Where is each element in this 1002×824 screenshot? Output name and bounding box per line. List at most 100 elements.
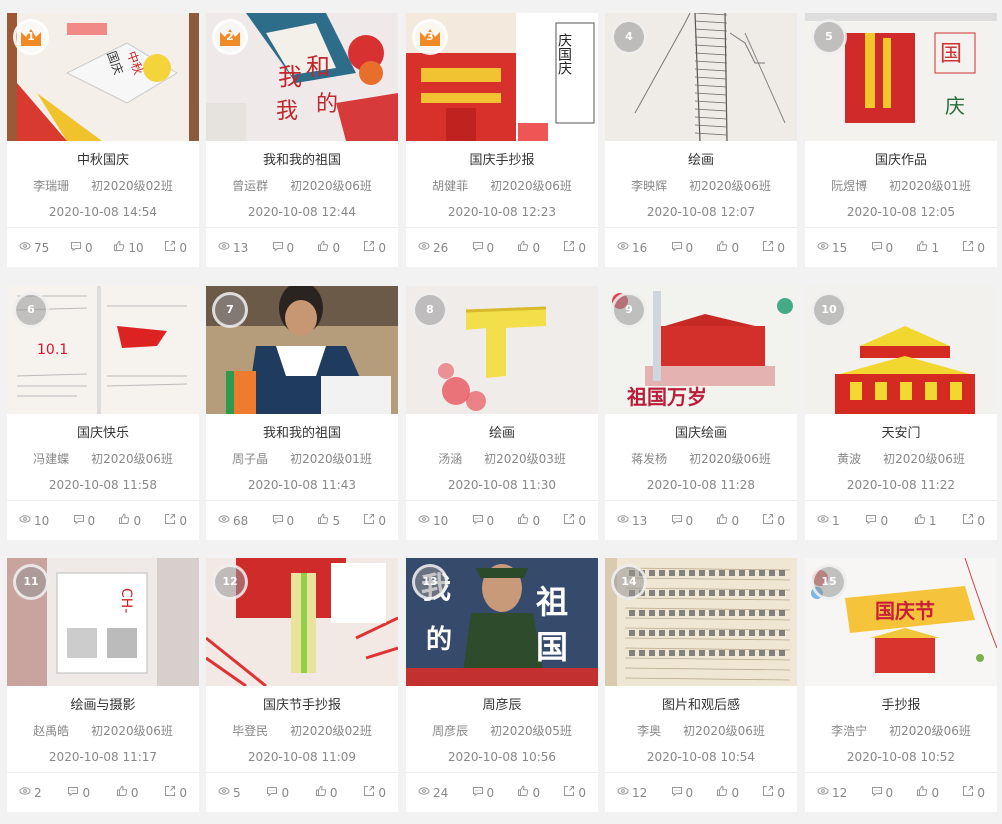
thumb-art-3[interactable]: 庆国庆 3	[406, 13, 598, 141]
comments-stat[interactable]: 0	[266, 785, 289, 800]
share-stat[interactable]: 0	[762, 785, 785, 800]
views-stat[interactable]: 10	[19, 513, 49, 528]
work-card[interactable]: 祖国万岁 9 国庆绘画 蒋发杨 初2020级06班 2020-10-08 11:…	[605, 286, 797, 540]
likes-stat[interactable]: 0	[317, 240, 340, 255]
work-card[interactable]: 国庆节 15 手抄报 李浩宁 初2020级06班 2020-10-08 10:5…	[805, 558, 997, 812]
comments-stat[interactable]: 0	[671, 513, 693, 528]
likes-stat[interactable]: 0	[116, 785, 139, 800]
views-stat[interactable]: 13	[617, 513, 647, 528]
share-stat[interactable]: 0	[762, 513, 785, 528]
share-stat[interactable]: 0	[363, 240, 386, 255]
comments-stat[interactable]: 0	[472, 513, 494, 528]
work-card[interactable]: 14 图片和观后感 李奥 初2020级06班 2020-10-08 10:54 …	[605, 558, 797, 812]
work-title[interactable]: 中秋国庆	[7, 152, 199, 170]
work-card[interactable]: 8 绘画 汤涵 初2020级03班 2020-10-08 11:30 10 0 …	[406, 286, 598, 540]
views-stat[interactable]: 12	[817, 785, 847, 800]
views-stat[interactable]: 68	[218, 513, 248, 528]
views-stat[interactable]: 13	[218, 240, 248, 255]
likes-stat[interactable]: 0	[716, 785, 739, 800]
thumb-art-2[interactable]: 我 和 我 的 2	[206, 13, 398, 141]
share-stat[interactable]: 0	[762, 240, 785, 255]
share-stat[interactable]: 0	[363, 785, 386, 800]
views-stat[interactable]: 10	[418, 513, 448, 528]
work-title[interactable]: 国庆快乐	[7, 425, 199, 443]
views-stat[interactable]: 1	[817, 513, 840, 528]
share-stat[interactable]: 0	[962, 513, 985, 528]
thumb-art-9[interactable]: 祖国万岁 9	[605, 286, 797, 414]
views-stat[interactable]: 16	[617, 240, 647, 255]
comments-stat[interactable]: 0	[472, 785, 494, 800]
likes-stat[interactable]: 1	[916, 240, 939, 255]
work-title[interactable]: 我和我的祖国	[206, 152, 398, 170]
work-card[interactable]: 12 国庆节手抄报 毕登民 初2020级02班 2020-10-08 11:09…	[206, 558, 398, 812]
views-stat[interactable]: 12	[617, 785, 647, 800]
work-title[interactable]: 天安门	[805, 425, 997, 443]
thumb-poster-13[interactable]: 我 的 祖 国 13	[406, 558, 598, 686]
share-stat[interactable]: 0	[164, 240, 187, 255]
work-card[interactable]: 我 和 我 的 2 我和我的祖国 曾运群 初2020级06班 2020-10-0…	[206, 13, 398, 267]
work-title[interactable]: 手抄报	[805, 697, 997, 715]
work-title[interactable]: 我和我的祖国	[206, 425, 398, 443]
thumb-essay-14[interactable]: 14	[605, 558, 797, 686]
work-card[interactable]: 中秋 国庆 1 中秋国庆 李瑞珊 初2020级02班 2020-10-08 14…	[7, 13, 199, 267]
thumb-art-10[interactable]: 10	[805, 286, 997, 414]
likes-stat[interactable]: 10	[113, 240, 144, 255]
thumb-art-5[interactable]: 国 庆 5	[805, 13, 997, 141]
work-title[interactable]: 绘画	[406, 425, 598, 443]
work-title[interactable]: 绘画	[605, 152, 797, 170]
thumb-art-4[interactable]: 4	[605, 13, 797, 141]
work-title[interactable]: 绘画与摄影	[7, 697, 199, 715]
views-stat[interactable]: 75	[19, 240, 49, 255]
thumb-art-12[interactable]: 12	[206, 558, 398, 686]
work-title[interactable]: 周彦辰	[406, 697, 598, 715]
work-card[interactable]: 7 我和我的祖国 周子晶 初2020级01班 2020-10-08 11:43 …	[206, 286, 398, 540]
views-stat[interactable]: 2	[19, 785, 42, 800]
views-stat[interactable]: 5	[218, 785, 241, 800]
work-title[interactable]: 国庆作品	[805, 152, 997, 170]
comments-stat[interactable]: 0	[865, 513, 888, 528]
likes-stat[interactable]: 5	[317, 513, 340, 528]
likes-stat[interactable]: 0	[315, 785, 338, 800]
thumb-art-1[interactable]: 中秋 国庆 1	[7, 13, 199, 141]
thumb-art-15[interactable]: 国庆节 15	[805, 558, 997, 686]
work-card[interactable]: 国 庆 5 国庆作品 阮煜博 初2020级01班 2020-10-08 12:0…	[805, 13, 997, 267]
likes-stat[interactable]: 0	[517, 785, 540, 800]
thumb-art-11[interactable]: CH- 11	[7, 558, 199, 686]
comments-stat[interactable]: 0	[272, 513, 294, 528]
work-card[interactable]: 10.1 6 国庆快乐 冯建蝶 初2020级06班 2020-10-08 11:…	[7, 286, 199, 540]
share-stat[interactable]: 0	[962, 785, 985, 800]
likes-stat[interactable]: 0	[916, 785, 939, 800]
share-stat[interactable]: 0	[164, 513, 187, 528]
comments-stat[interactable]: 0	[67, 785, 90, 800]
work-card[interactable]: CH- 11 绘画与摄影 赵禹皓 初2020级06班 2020-10-08 11…	[7, 558, 199, 812]
work-title[interactable]: 国庆节手抄报	[206, 697, 398, 715]
comments-stat[interactable]: 0	[272, 240, 294, 255]
work-title[interactable]: 国庆绘画	[605, 425, 797, 443]
likes-stat[interactable]: 1	[914, 513, 937, 528]
work-title[interactable]: 图片和观后感	[605, 697, 797, 715]
comments-stat[interactable]: 0	[70, 240, 93, 255]
share-stat[interactable]: 0	[563, 513, 586, 528]
share-stat[interactable]: 0	[164, 785, 187, 800]
work-card[interactable]: 10 天安门 黄波 初2020级06班 2020-10-08 11:22 1 0…	[805, 286, 997, 540]
work-card[interactable]: 4 绘画 李映辉 初2020级06班 2020-10-08 12:07 16 0…	[605, 13, 797, 267]
comments-stat[interactable]: 0	[671, 785, 693, 800]
thumb-photo-7[interactable]: 7	[206, 286, 398, 414]
share-stat[interactable]: 0	[563, 785, 586, 800]
comments-stat[interactable]: 0	[73, 513, 95, 528]
likes-stat[interactable]: 0	[716, 513, 739, 528]
comments-stat[interactable]: 0	[871, 785, 893, 800]
likes-stat[interactable]: 0	[716, 240, 739, 255]
views-stat[interactable]: 24	[418, 785, 448, 800]
comments-stat[interactable]: 0	[671, 240, 693, 255]
comments-stat[interactable]: 0	[472, 240, 494, 255]
share-stat[interactable]: 0	[962, 240, 985, 255]
views-stat[interactable]: 15	[817, 240, 847, 255]
work-title[interactable]: 国庆手抄报	[406, 152, 598, 170]
views-stat[interactable]: 26	[418, 240, 448, 255]
share-stat[interactable]: 0	[563, 240, 586, 255]
comments-stat[interactable]: 0	[871, 240, 893, 255]
likes-stat[interactable]: 0	[517, 240, 540, 255]
thumb-art-8[interactable]: 8	[406, 286, 598, 414]
likes-stat[interactable]: 0	[118, 513, 141, 528]
